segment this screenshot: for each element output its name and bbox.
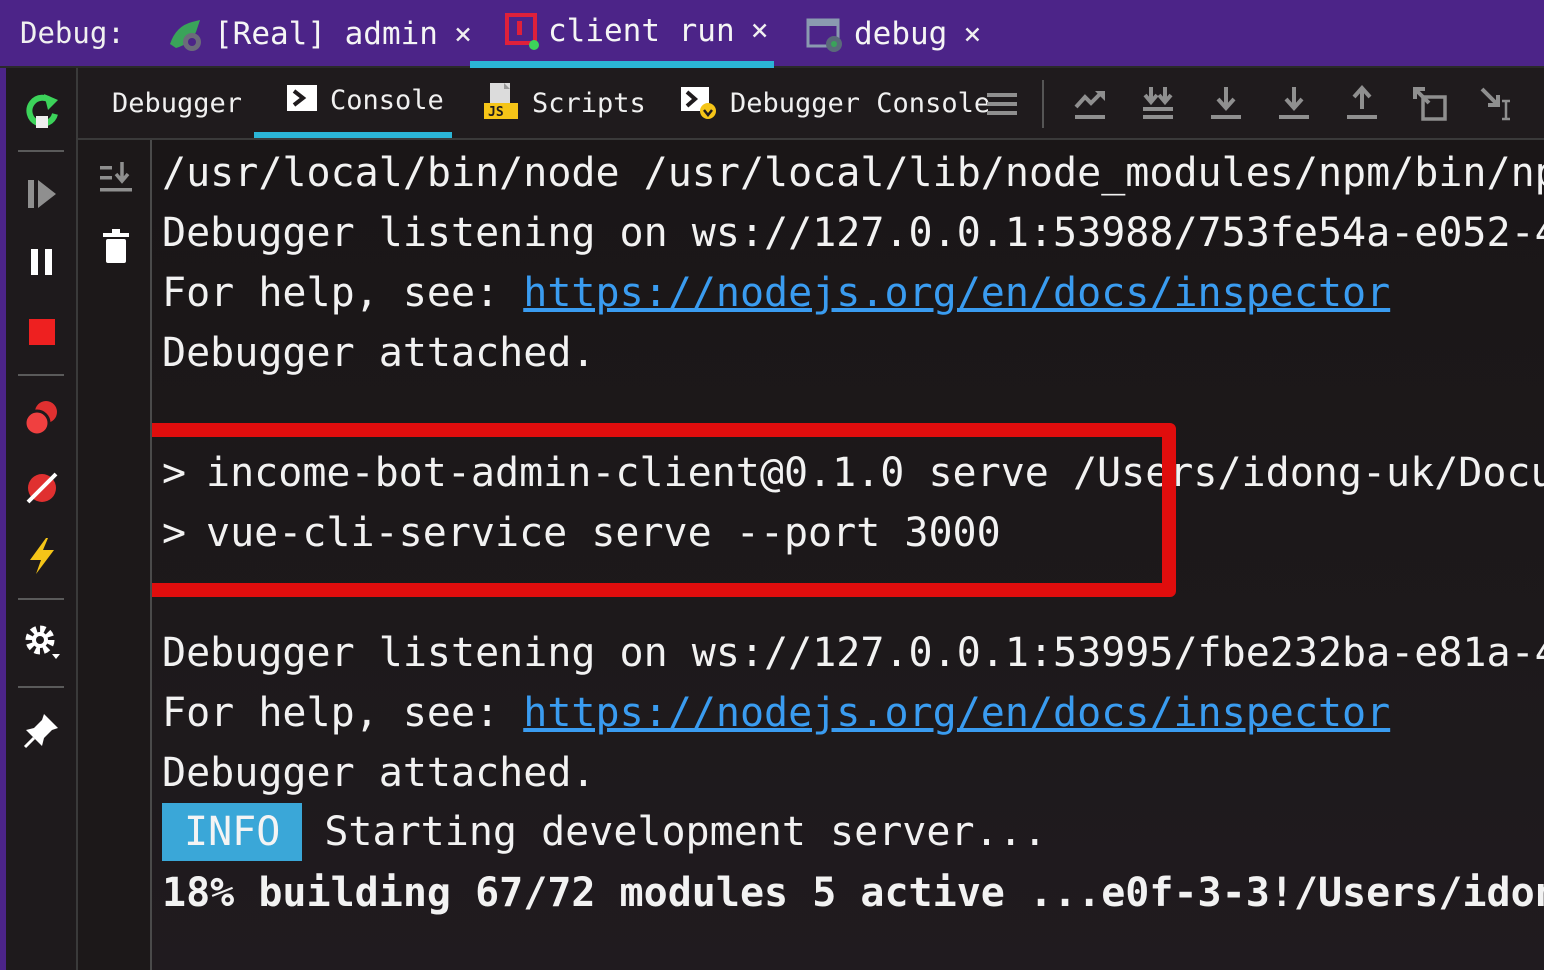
debug-tab-bar: Debug: [Real] admin × client run × debug… xyxy=(0,0,1544,68)
scripts-icon: JS xyxy=(482,81,520,125)
info-badge: INFO xyxy=(162,803,303,861)
console-line: /usr/local/bin/node /usr/local/lib/node_… xyxy=(162,150,1544,196)
toolbar-separator xyxy=(18,598,64,600)
inspector-help-link[interactable]: https://nodejs.org/en/docs/inspector xyxy=(523,690,1390,736)
console-line: Debugger listening on ws://127.0.0.1:539… xyxy=(162,630,1544,676)
tab-debug[interactable]: debug × xyxy=(806,0,981,68)
console-line: Debugger attached. xyxy=(162,750,596,796)
console-line-text: Starting development server... xyxy=(324,809,1047,855)
console-icon xyxy=(286,82,318,118)
console-line-text: For help, see: xyxy=(162,270,524,316)
stop-icon[interactable] xyxy=(20,310,64,354)
pause-icon[interactable] xyxy=(20,240,64,284)
run-to-cursor-icon[interactable] xyxy=(1476,82,1520,126)
console-output[interactable]: /usr/local/bin/node /usr/local/lib/node_… xyxy=(152,140,1544,970)
tab-label: Debugger Console xyxy=(730,87,991,119)
tab-scripts[interactable]: JS Scripts xyxy=(482,68,646,138)
step-over-icon[interactable] xyxy=(1136,82,1180,126)
lightning-icon[interactable] xyxy=(20,534,64,578)
mute-breakpoints-icon[interactable] xyxy=(20,466,64,510)
debugger-console-icon xyxy=(680,81,718,125)
force-step-into-icon[interactable] xyxy=(1272,82,1316,126)
tab-label: Debugger xyxy=(112,87,243,119)
debug-window-icon xyxy=(806,14,846,54)
menu-icon[interactable] xyxy=(980,82,1024,126)
debugger-subtab-bar: Debugger Console JS Scripts Debugger Con… xyxy=(78,68,1544,140)
gear-icon[interactable] xyxy=(20,620,64,664)
run-config-icon xyxy=(504,11,540,51)
step-into-icon[interactable] xyxy=(1204,82,1248,126)
tab-title: client run xyxy=(548,12,735,49)
tab-debugger[interactable]: Debugger xyxy=(100,68,242,138)
tab-client-run[interactable]: client run × xyxy=(470,0,774,68)
tab-title: debug xyxy=(854,16,948,52)
show-execution-point-icon[interactable] xyxy=(1068,82,1112,126)
tab-title: [Real] admin xyxy=(214,16,438,52)
step-out-icon[interactable] xyxy=(1340,82,1384,126)
drop-frame-icon[interactable] xyxy=(1408,82,1452,126)
scroll-to-end-icon[interactable] xyxy=(96,158,136,198)
console-line: INFO Starting development server... xyxy=(162,802,1047,862)
debug-left-toolbar xyxy=(0,68,78,970)
view-breakpoints-icon[interactable] xyxy=(20,396,64,440)
toolbar-separator xyxy=(18,686,64,688)
toolbar-separator xyxy=(18,150,64,152)
js-badge: JS xyxy=(488,105,504,120)
tab-label: Console xyxy=(330,84,444,116)
pin-icon[interactable] xyxy=(20,708,64,752)
close-icon[interactable]: × xyxy=(963,17,981,52)
tab-label: Scripts xyxy=(532,87,646,119)
highlight-annotation-box xyxy=(152,423,1176,597)
tab-real-admin[interactable]: [Real] admin × xyxy=(166,0,472,68)
console-line: 18% building 67/72 modules 5 active ...e… xyxy=(162,870,1544,916)
tab-console[interactable]: Console xyxy=(254,68,452,138)
close-icon[interactable]: × xyxy=(751,13,769,48)
trash-icon[interactable] xyxy=(96,226,136,266)
console-line: Debugger listening on ws://127.0.0.1:539… xyxy=(162,210,1544,256)
console-side-toolbar xyxy=(78,140,152,970)
node-debug-icon xyxy=(166,14,206,54)
rerun-icon[interactable] xyxy=(20,88,64,132)
toolbar-separator xyxy=(1042,80,1044,128)
inspector-help-link[interactable]: https://nodejs.org/en/docs/inspector xyxy=(523,270,1390,316)
tab-debugger-console[interactable]: Debugger Console xyxy=(680,68,990,138)
toolbar-separator xyxy=(18,374,64,376)
debug-label: Debug: xyxy=(20,16,125,50)
console-line-text: For help, see: xyxy=(162,690,524,736)
console-line: For help, see: https://nodejs.org/en/doc… xyxy=(162,263,1390,323)
console-line: Debugger attached. xyxy=(162,330,596,376)
resume-icon[interactable] xyxy=(20,172,64,216)
console-line: For help, see: https://nodejs.org/en/doc… xyxy=(162,683,1390,743)
